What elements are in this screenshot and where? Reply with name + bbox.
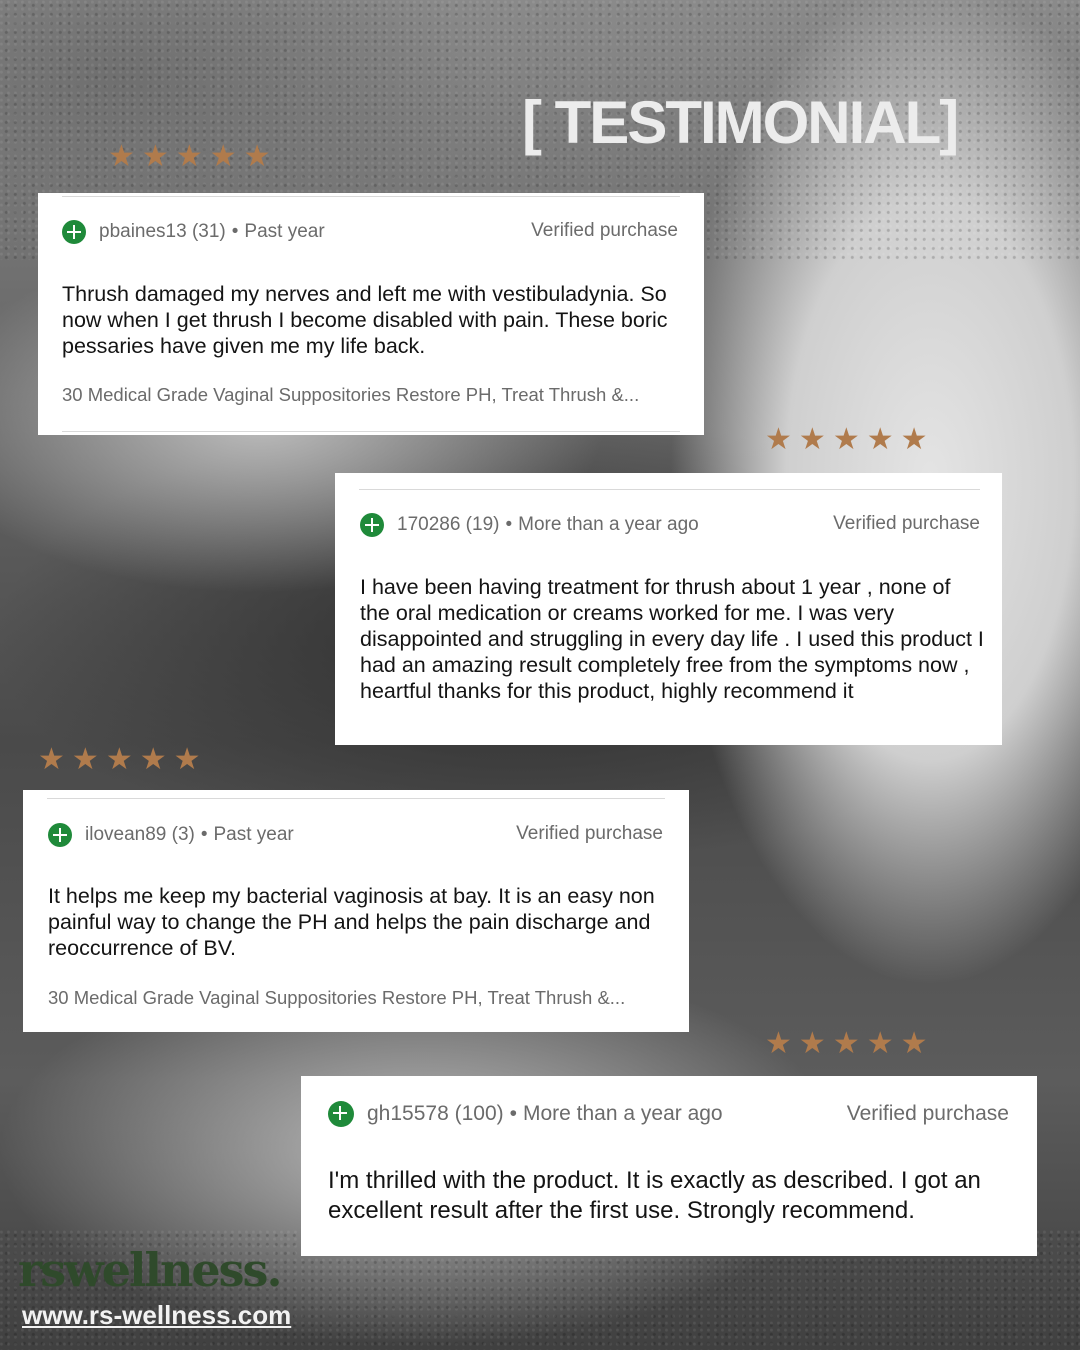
review-card: pbaines13 (31) • Past year Verified purc… bbox=[38, 193, 704, 435]
star-icon: ★ bbox=[866, 422, 894, 457]
separator-dot: • bbox=[505, 514, 513, 535]
review-date: More than a year ago bbox=[518, 514, 699, 535]
star-icon: ★ bbox=[900, 1026, 928, 1061]
star-icon: ★ bbox=[900, 422, 928, 457]
review-date: Past year bbox=[213, 824, 294, 845]
product-link[interactable]: 30 Medical Grade Vaginal Suppositories R… bbox=[62, 384, 684, 406]
separator-dot: • bbox=[509, 1102, 517, 1125]
divider bbox=[359, 489, 980, 490]
brand-logo: rswellness. bbox=[18, 1243, 282, 1297]
testimonial-page: [ TESTIMONIAL] ★ ★ ★ ★ ★ pbaines13 (31) … bbox=[0, 0, 1080, 1350]
review-card: ilovean89 (3) • Past year Verified purch… bbox=[23, 790, 689, 1032]
star-icon: ★ bbox=[832, 422, 860, 457]
review-meta: ilovean89 (3) • Past year bbox=[48, 821, 294, 849]
star-icon: ★ bbox=[798, 422, 826, 457]
divider bbox=[62, 196, 680, 197]
star-rating: ★ ★ ★ ★ ★ bbox=[108, 142, 271, 172]
product-link[interactable]: 30 Medical Grade Vaginal Suppositories R… bbox=[48, 987, 670, 1009]
review-text: It helps me keep my bacterial vaginosis … bbox=[48, 884, 655, 960]
divider bbox=[47, 798, 665, 799]
star-icon: ★ bbox=[38, 742, 65, 777]
review-text: Thrush damaged my nerves and left me wit… bbox=[62, 282, 668, 358]
review-meta: gh15578 (100) • More than a year ago bbox=[328, 1100, 723, 1128]
separator-dot: • bbox=[200, 824, 208, 845]
verified-plus-icon bbox=[360, 513, 384, 537]
star-icon: ★ bbox=[108, 139, 135, 174]
review-text: I have been having treatment for thrush … bbox=[360, 575, 984, 703]
verified-purchase-label: Verified purchase bbox=[833, 513, 980, 534]
verified-purchase-label: Verified purchase bbox=[516, 823, 663, 844]
star-icon: ★ bbox=[105, 742, 133, 777]
reviewer-name[interactable]: ilovean89 (3) bbox=[85, 824, 195, 846]
star-icon: ★ bbox=[832, 1026, 860, 1061]
verified-purchase-label: Verified purchase bbox=[846, 1102, 1009, 1125]
star-rating: ★ ★ ★ ★ ★ bbox=[38, 745, 201, 775]
star-rating: ★ ★ ★ ★ ★ bbox=[765, 425, 928, 455]
review-meta: pbaines13 (31) • Past year bbox=[62, 218, 325, 246]
verified-purchase-label: Verified purchase bbox=[531, 220, 678, 241]
star-rating: ★ ★ ★ ★ ★ bbox=[765, 1029, 928, 1059]
reviewer-name[interactable]: pbaines13 (31) bbox=[99, 221, 226, 243]
star-icon: ★ bbox=[71, 742, 99, 777]
star-icon: ★ bbox=[209, 139, 237, 174]
star-icon: ★ bbox=[173, 742, 201, 777]
reviewer-name[interactable]: 170286 (19) bbox=[397, 514, 499, 536]
verified-plus-icon bbox=[62, 220, 86, 244]
review-date: Past year bbox=[244, 221, 325, 242]
review-text: I'm thrilled with the product. It is exa… bbox=[328, 1167, 981, 1224]
divider bbox=[62, 431, 680, 432]
star-icon: ★ bbox=[175, 139, 203, 174]
separator-dot: • bbox=[231, 221, 239, 242]
verified-plus-icon bbox=[328, 1101, 354, 1127]
review-meta: 170286 (19) • More than a year ago bbox=[360, 511, 699, 539]
star-icon: ★ bbox=[765, 1026, 792, 1061]
reviewer-name[interactable]: gh15578 (100) bbox=[367, 1102, 504, 1126]
star-icon: ★ bbox=[141, 139, 169, 174]
star-icon: ★ bbox=[139, 742, 167, 777]
star-icon: ★ bbox=[765, 422, 792, 457]
review-date: More than a year ago bbox=[522, 1102, 723, 1125]
website-link[interactable]: www.rs-wellness.com bbox=[22, 1299, 291, 1331]
review-card: 170286 (19) • More than a year ago Verif… bbox=[335, 473, 1002, 745]
star-icon: ★ bbox=[243, 139, 271, 174]
verified-plus-icon bbox=[48, 823, 72, 847]
star-icon: ★ bbox=[798, 1026, 826, 1061]
headline: [ TESTIMONIAL] bbox=[522, 89, 959, 156]
review-card: gh15578 (100) • More than a year ago Ver… bbox=[301, 1076, 1037, 1256]
star-icon: ★ bbox=[866, 1026, 894, 1061]
